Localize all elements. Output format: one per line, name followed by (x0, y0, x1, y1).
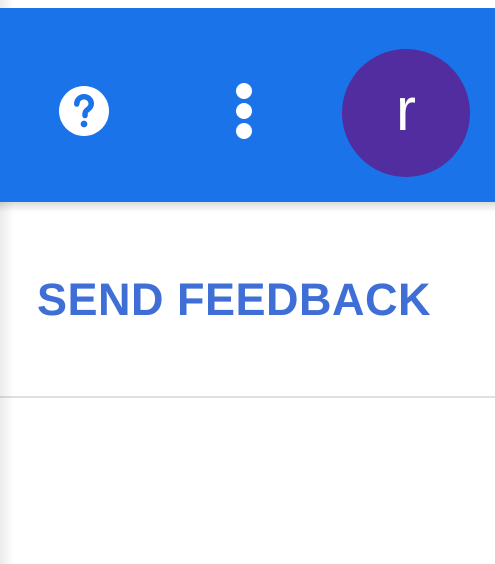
avatar-letter: r (396, 76, 416, 143)
more-vert-icon (236, 83, 252, 139)
more-options-button[interactable] (208, 75, 280, 147)
app-bar: r (0, 8, 495, 202)
help-button[interactable] (48, 75, 120, 147)
account-avatar[interactable]: r (342, 49, 470, 177)
divider (0, 396, 495, 398)
app-bar-shadow (0, 202, 495, 212)
send-feedback-link[interactable]: SEND FEEDBACK (37, 270, 431, 330)
page: r SEND FEEDBACK (0, 0, 495, 564)
help-icon (59, 86, 109, 136)
